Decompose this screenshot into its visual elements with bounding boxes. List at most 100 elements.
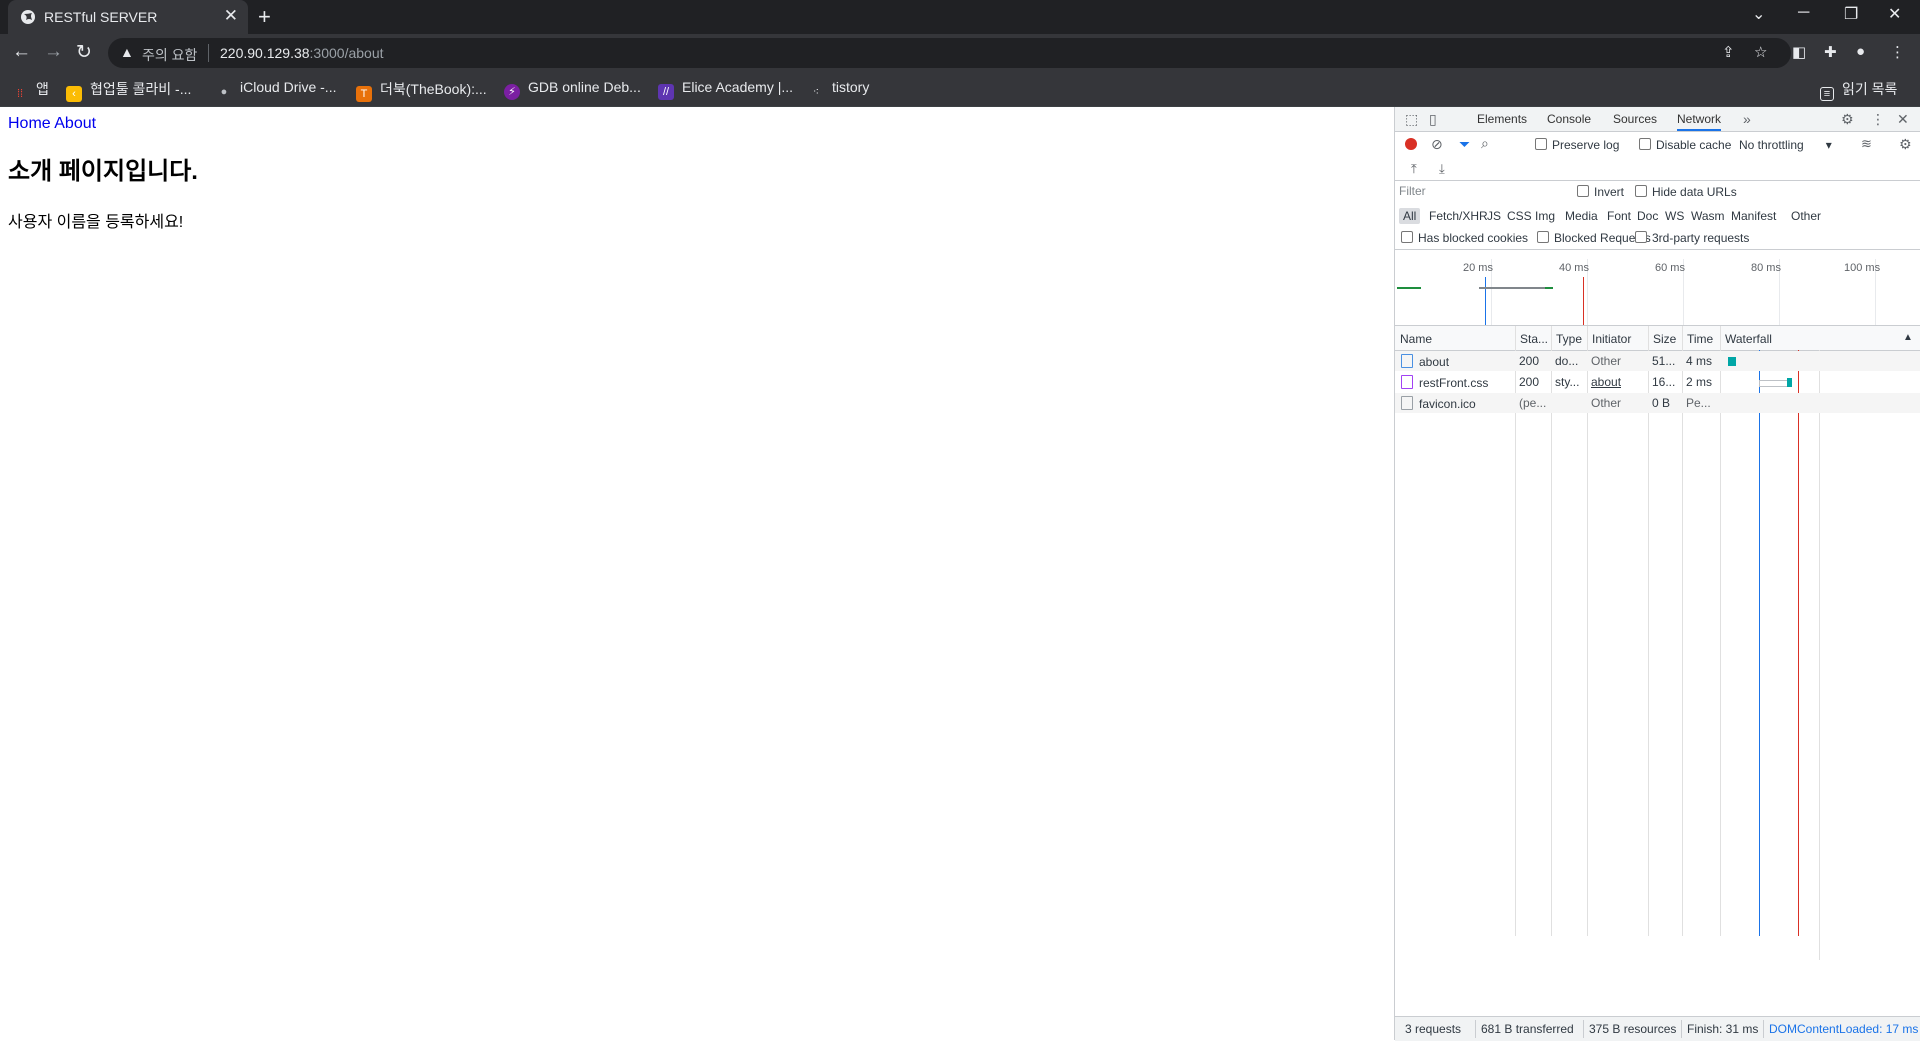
column-divider[interactable] [1682, 326, 1683, 936]
preserve-log-checkbox[interactable]: Preserve log [1535, 138, 1619, 152]
reload-icon[interactable]: ↻ [76, 41, 92, 64]
filter-manifest[interactable]: Manifest [1731, 209, 1776, 223]
tab-elements[interactable]: Elements [1477, 112, 1527, 126]
col-size[interactable]: Size [1653, 332, 1676, 346]
filter-icon[interactable]: ⏷ [1459, 136, 1470, 153]
devtools-close-icon[interactable]: ✕ [1897, 111, 1909, 128]
bookmark-collabee[interactable]: ‹ 협업툴 콜라비 -... [66, 79, 191, 102]
address-bar[interactable]: ▲ 주의 요함 220.90.129.38:3000/about [108, 38, 1791, 68]
bookmark-apps[interactable]: ⁞⁞ 앱 [12, 79, 49, 102]
invert-checkbox[interactable]: Invert [1577, 185, 1624, 199]
minimize-icon[interactable]: ─ [1798, 4, 1809, 22]
devtools-menu-icon[interactable]: ⋮ [1871, 111, 1885, 128]
search-icon[interactable]: ⌕ [1481, 135, 1489, 152]
back-icon[interactable]: ← [12, 41, 31, 63]
url-path: :3000/about [309, 45, 384, 61]
bookmark-elice[interactable]: //Elice Academy |... [658, 79, 793, 100]
filter-other[interactable]: Other [1791, 209, 1821, 223]
table-row[interactable]: favicon.ico (pe... Other 0 B Pe... [1395, 393, 1920, 413]
share-icon[interactable]: ⇪ [1722, 43, 1735, 61]
profile-icon[interactable]: ● [1856, 43, 1865, 60]
network-conditions-icon[interactable]: ≋ [1861, 136, 1872, 152]
col-initiator[interactable]: Initiator [1592, 332, 1631, 346]
table-row[interactable]: restFront.css 200 sty... about 16... 2 m… [1395, 372, 1920, 392]
extension-c-icon[interactable]: ◧ [1792, 43, 1806, 61]
third-party-checkbox[interactable]: 3rd-party requests [1635, 231, 1749, 245]
filter-fetch-xhr[interactable]: Fetch/XHR [1429, 209, 1488, 223]
column-divider[interactable] [1515, 326, 1516, 936]
filter-doc[interactable]: Doc [1637, 209, 1658, 223]
filter-media[interactable]: Media [1565, 209, 1598, 223]
blocked-requests-checkbox[interactable]: Blocked Requests [1537, 231, 1651, 245]
column-divider[interactable] [1551, 326, 1552, 936]
table-row[interactable]: about 200 do... Other 51... 4 ms [1395, 351, 1920, 371]
home-link[interactable]: Home [8, 115, 51, 132]
bookmark-tistory[interactable]: ⁖ tistory [808, 79, 870, 100]
sort-up-icon[interactable]: ▲ [1903, 332, 1913, 343]
load-marker [1583, 277, 1584, 325]
hide-data-urls-checkbox[interactable]: Hide data URLs [1635, 185, 1737, 199]
url-text[interactable]: 220.90.129.38:3000/about [220, 45, 384, 61]
more-tabs-icon[interactable]: » [1743, 111, 1751, 127]
warning-icon[interactable]: ▲ [120, 44, 134, 60]
restore-icon[interactable]: ❐ [1844, 4, 1858, 24]
clear-icon[interactable]: ⊘ [1431, 136, 1443, 153]
record-icon[interactable] [1405, 138, 1417, 150]
menu-kebab-icon[interactable]: ⋮ [1890, 43, 1905, 61]
divider [1681, 1020, 1682, 1038]
device-toolbar-icon[interactable]: ▯ [1429, 111, 1437, 128]
filter-all[interactable]: All [1399, 208, 1421, 224]
disable-cache-checkbox[interactable]: Disable cache [1639, 138, 1731, 152]
inspect-element-icon[interactable]: ⬚ [1405, 111, 1418, 128]
bookmark-icloud[interactable]: ● iCloud Drive -... [216, 79, 337, 100]
request-initiator-link[interactable]: about [1591, 375, 1621, 389]
filter-input[interactable]: Filter [1399, 184, 1559, 200]
checkbox-box [1639, 138, 1651, 150]
network-overview[interactable]: 20 ms 40 ms 60 ms 80 ms 100 ms [1395, 259, 1920, 326]
import-har-icon[interactable]: ⤒ [1411, 161, 1417, 177]
apple-icon: ● [220, 86, 228, 98]
url-host: 220.90.129.38 [220, 45, 310, 61]
column-divider[interactable] [1648, 326, 1649, 936]
tab-console[interactable]: Console [1547, 112, 1591, 126]
forward-icon[interactable]: → [44, 41, 63, 63]
request-name: favicon.ico [1401, 396, 1476, 411]
tab-network[interactable]: Network [1677, 112, 1722, 131]
new-tab-icon[interactable]: + [258, 4, 271, 30]
devtools-settings-icon[interactable]: ⚙ [1841, 111, 1854, 128]
bookmark-thebook[interactable]: T 더북(TheBook):... [356, 79, 487, 102]
tab-sources[interactable]: Sources [1613, 112, 1657, 126]
col-type[interactable]: Type [1556, 332, 1582, 346]
throttling-select[interactable]: No throttling ▾ [1739, 138, 1832, 152]
close-tab-icon[interactable]: ✕ [224, 6, 238, 26]
column-divider[interactable] [1587, 326, 1588, 936]
browser-tab[interactable]: RESTful SERVER ✕ [8, 0, 248, 34]
reading-list[interactable]: ≡ 읽기 목록 [1820, 79, 1897, 101]
close-window-icon[interactable]: ✕ [1888, 4, 1901, 24]
extensions-icon[interactable]: ✚ [1824, 43, 1837, 61]
tab-strip: RESTful SERVER ✕ + ⌄ ─ ❐ ✕ [0, 0, 1920, 34]
has-blocked-cookies-checkbox[interactable]: Has blocked cookies [1401, 231, 1528, 245]
filter-js[interactable]: JS [1487, 209, 1501, 223]
col-name[interactable]: Name [1400, 332, 1432, 346]
about-link[interactable]: About [54, 115, 96, 132]
export-har-icon[interactable]: ⤓ [1439, 161, 1445, 177]
col-waterfall[interactable]: Waterfall [1725, 332, 1772, 346]
devtools-tabbar: ⬚ ▯ Elements Console Sources Network » ⚙… [1395, 107, 1920, 132]
reading-list-icon: ≡ [1820, 87, 1834, 101]
filter-wasm[interactable]: Wasm [1691, 209, 1725, 223]
col-status[interactable]: Sta... [1520, 332, 1548, 346]
column-divider[interactable] [1720, 326, 1721, 936]
filter-ws[interactable]: WS [1665, 209, 1684, 223]
bookmark-star-icon[interactable]: ☆ [1754, 43, 1767, 61]
security-label[interactable]: 주의 요함 [142, 45, 197, 65]
filter-font[interactable]: Font [1607, 209, 1631, 223]
filter-css[interactable]: CSS [1507, 209, 1532, 223]
bookmark-gdb[interactable]: ⚡ GDB online Deb... [504, 79, 641, 100]
overview-bar [1479, 287, 1551, 289]
checkbox-box [1577, 185, 1589, 197]
filter-img[interactable]: Img [1535, 209, 1555, 223]
network-settings-icon[interactable]: ⚙ [1899, 136, 1912, 153]
tab-search-icon[interactable]: ⌄ [1752, 4, 1765, 24]
col-time[interactable]: Time [1687, 332, 1713, 346]
